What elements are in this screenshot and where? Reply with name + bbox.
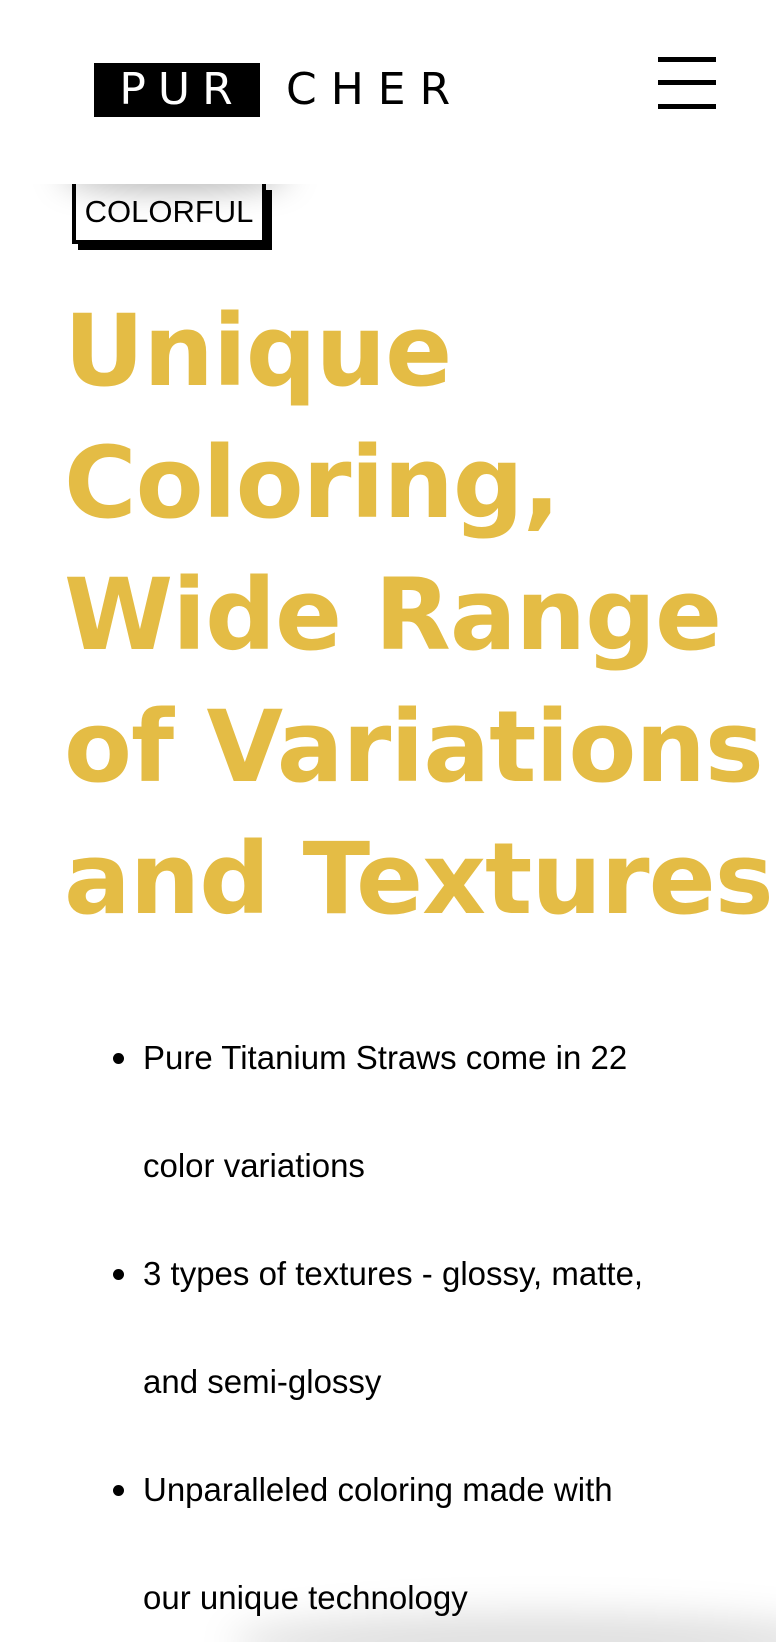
list-item-text: and semi-glossy xyxy=(143,1363,382,1400)
menu-bar xyxy=(658,104,716,109)
headline-line: of Variations xyxy=(64,690,764,805)
brand-logo[interactable]: PUR CHER xyxy=(94,63,464,117)
list-item: Unparalleled coloring made with our uniq… xyxy=(113,1436,743,1642)
list-item: Pure Titanium Straws come in 22 color va… xyxy=(113,1004,743,1220)
list-item: 3 types of textures - glossy, matte, and… xyxy=(113,1220,743,1436)
page: PUR CHER COLORFUL Unique Coloring, Wide … xyxy=(0,0,776,1642)
list-item-text: 3 types of textures - glossy, matte, xyxy=(143,1255,644,1292)
menu-bar xyxy=(658,57,716,62)
logo-text: CHER xyxy=(286,64,465,115)
logo-boxed-text: PUR xyxy=(94,63,260,117)
headline: Unique Coloring, Wide Range of Variation… xyxy=(64,286,774,946)
list-item-text: Pure Titanium Straws come in 22 xyxy=(143,1039,628,1076)
headline-line: Wide Range xyxy=(64,558,722,673)
hamburger-menu-icon[interactable] xyxy=(658,55,718,109)
headline-line: Unique xyxy=(64,294,452,409)
feature-list: Pure Titanium Straws come in 22 color va… xyxy=(113,1004,743,1642)
category-tag: COLORFUL xyxy=(72,184,272,250)
site-header: PUR CHER xyxy=(0,0,776,184)
tag-label: COLORFUL xyxy=(72,184,266,244)
menu-bar xyxy=(658,80,716,85)
list-item-text: color variations xyxy=(143,1147,365,1184)
headline-line: and Textures xyxy=(64,822,774,937)
list-item-text: Unparalleled coloring made with xyxy=(143,1471,613,1508)
headline-line: Coloring, xyxy=(64,426,560,541)
